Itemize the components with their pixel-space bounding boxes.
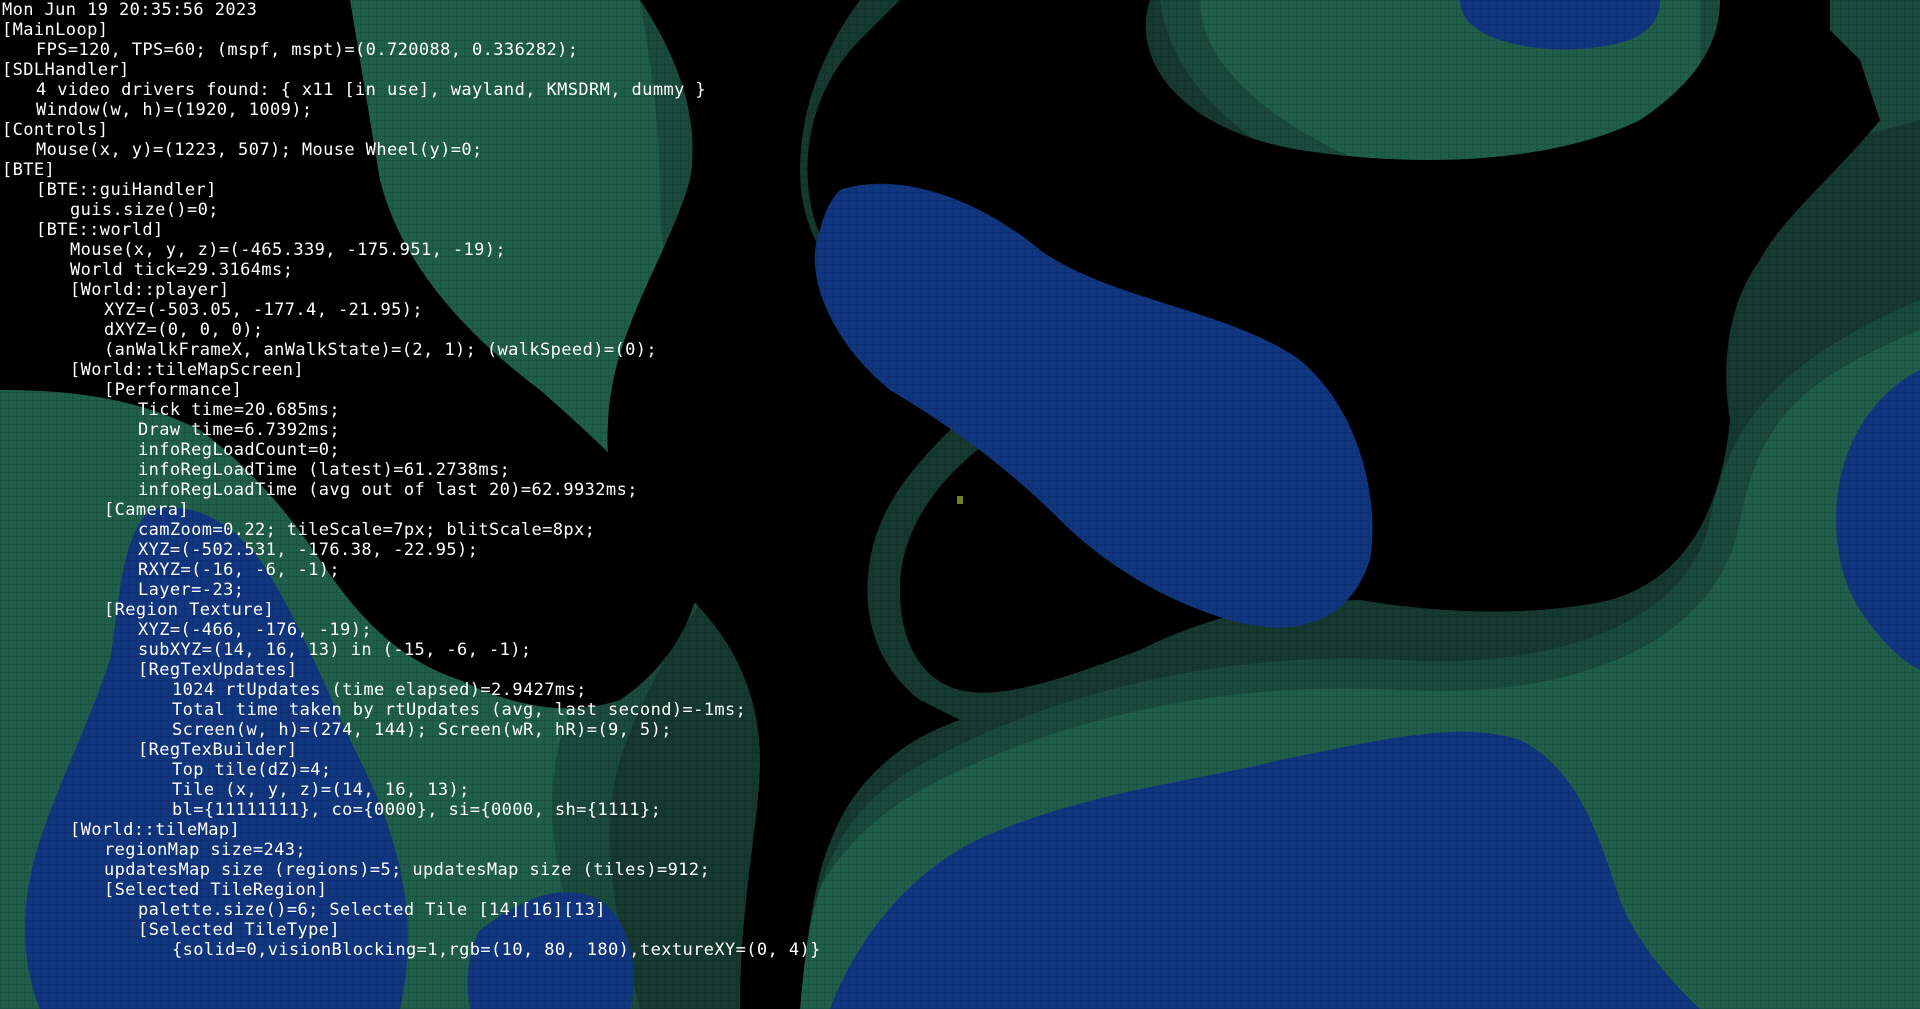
debug-line: [World::tileMap] — [2, 820, 821, 840]
debug-line-text: [BTE::guiHandler] — [36, 180, 217, 200]
debug-line-text: XYZ=(-466, -176, -19); — [138, 620, 372, 640]
debug-line-text: [Performance] — [104, 380, 243, 400]
debug-line: Top tile(dZ)=4; — [2, 760, 821, 780]
debug-line-text: Mon Jun 19 20:35:56 2023 — [2, 0, 258, 20]
debug-line-text: Screen(w, h)=(274, 144); Screen(wR, hR)=… — [172, 720, 672, 740]
debug-line: Mon Jun 19 20:35:56 2023 — [2, 0, 821, 20]
debug-line-text: [RegTexUpdates] — [138, 660, 298, 680]
debug-line-text: infoRegLoadTime (latest)=61.2738ms; — [138, 460, 511, 480]
debug-line-text: (anWalkFrameX, anWalkState)=(2, 1); (wal… — [104, 340, 658, 360]
debug-line: [BTE] — [2, 160, 821, 180]
debug-line-text: Tile (x, y, z)=(14, 16, 13); — [172, 780, 470, 800]
debug-line-text: updatesMap size (regions)=5; updatesMap … — [104, 860, 711, 880]
player-sprite — [957, 496, 963, 504]
debug-line: infoRegLoadTime (avg out of last 20)=62.… — [2, 480, 821, 500]
debug-line-text: guis.size()=0; — [70, 200, 219, 220]
debug-line: 4 video drivers found: { x11 [in use], w… — [2, 80, 821, 100]
debug-line: [Camera] — [2, 500, 821, 520]
debug-line: [Performance] — [2, 380, 821, 400]
debug-line: infoRegLoadCount=0; — [2, 440, 821, 460]
debug-line-text: Total time taken by rtUpdates (avg, last… — [172, 700, 747, 720]
debug-line: [Region Texture] — [2, 600, 821, 620]
debug-line: [World::tileMapScreen] — [2, 360, 821, 380]
debug-line: {solid=0,visionBlocking=1,rgb=(10, 80, 1… — [2, 940, 821, 960]
debug-line-text: FPS=120, TPS=60; (mspf, mspt)=(0.720088,… — [36, 40, 579, 60]
debug-line: [RegTexBuilder] — [2, 740, 821, 760]
debug-line: [World::player] — [2, 280, 821, 300]
debug-line: Tick time=20.685ms; — [2, 400, 821, 420]
debug-line-text: subXYZ=(14, 16, 13) in (-15, -6, -1); — [138, 640, 532, 660]
debug-line-text: Top tile(dZ)=4; — [172, 760, 332, 780]
debug-line: Mouse(x, y, z)=(-465.339, -175.951, -19)… — [2, 240, 821, 260]
debug-line: guis.size()=0; — [2, 200, 821, 220]
debug-line-text: Tick time=20.685ms; — [138, 400, 341, 420]
debug-line-text: [World::tileMap] — [70, 820, 241, 840]
debug-line-text: [Controls] — [2, 120, 109, 140]
debug-line: [BTE::world] — [2, 220, 821, 240]
debug-line-text: [Region Texture] — [104, 600, 275, 620]
debug-line: infoRegLoadTime (latest)=61.2738ms; — [2, 460, 821, 480]
debug-line-text: 1024 rtUpdates (time elapsed)=2.9427ms; — [172, 680, 587, 700]
debug-line: Window(w, h)=(1920, 1009); — [2, 100, 821, 120]
debug-line: XYZ=(-466, -176, -19); — [2, 620, 821, 640]
debug-line-text: Layer=-23; — [138, 580, 245, 600]
debug-line: FPS=120, TPS=60; (mspf, mspt)=(0.720088,… — [2, 40, 821, 60]
debug-line: Tile (x, y, z)=(14, 16, 13); — [2, 780, 821, 800]
debug-line-text: regionMap size=243; — [104, 840, 307, 860]
debug-line: subXYZ=(14, 16, 13) in (-15, -6, -1); — [2, 640, 821, 660]
debug-line-text: [SDLHandler] — [2, 60, 130, 80]
debug-line-text: XYZ=(-502.531, -176.38, -22.95); — [138, 540, 479, 560]
debug-line-text: [Selected TileRegion] — [104, 880, 328, 900]
debug-line: (anWalkFrameX, anWalkState)=(2, 1); (wal… — [2, 340, 821, 360]
debug-line-text: camZoom=0.22; tileScale=7px; blitScale=8… — [138, 520, 596, 540]
debug-line-text: RXYZ=(-16, -6, -1); — [138, 560, 341, 580]
debug-line: [Selected TileType] — [2, 920, 821, 940]
debug-line: regionMap size=243; — [2, 840, 821, 860]
debug-line: World tick=29.3164ms; — [2, 260, 821, 280]
debug-line: [RegTexUpdates] — [2, 660, 821, 680]
debug-line-text: [World::player] — [70, 280, 230, 300]
debug-line: XYZ=(-503.05, -177.4, -21.95); — [2, 300, 821, 320]
debug-line: [MainLoop] — [2, 20, 821, 40]
debug-line-text: dXYZ=(0, 0, 0); — [104, 320, 264, 340]
debug-line: Total time taken by rtUpdates (avg, last… — [2, 700, 821, 720]
debug-line: [Selected TileRegion] — [2, 880, 821, 900]
debug-line-text: [BTE] — [2, 160, 56, 180]
debug-line: RXYZ=(-16, -6, -1); — [2, 560, 821, 580]
debug-line-text: World tick=29.3164ms; — [70, 260, 294, 280]
debug-line: Mouse(x, y)=(1223, 507); Mouse Wheel(y)=… — [2, 140, 821, 160]
debug-line-text: Draw time=6.7392ms; — [138, 420, 341, 440]
debug-line-text: bl={11111111}, co={0000}, si={0000, sh={… — [172, 800, 662, 820]
debug-line: bl={11111111}, co={0000}, si={0000, sh={… — [2, 800, 821, 820]
debug-line: palette.size()=6; Selected Tile [14][16]… — [2, 900, 821, 920]
debug-line-text: palette.size()=6; Selected Tile [14][16]… — [138, 900, 606, 920]
debug-line: updatesMap size (regions)=5; updatesMap … — [2, 860, 821, 880]
debug-info-overlay: Mon Jun 19 20:35:56 2023 [MainLoop] FPS=12… — [2, 0, 821, 960]
debug-line-text: infoRegLoadCount=0; — [138, 440, 341, 460]
debug-line: [Controls] — [2, 120, 821, 140]
debug-line-text: infoRegLoadTime (avg out of last 20)=62.… — [138, 480, 638, 500]
debug-line: Screen(w, h)=(274, 144); Screen(wR, hR)=… — [2, 720, 821, 740]
debug-line: XYZ=(-502.531, -176.38, -22.95); — [2, 540, 821, 560]
debug-line: dXYZ=(0, 0, 0); — [2, 320, 821, 340]
debug-line-text: XYZ=(-503.05, -177.4, -21.95); — [104, 300, 424, 320]
debug-line-text: [RegTexBuilder] — [138, 740, 298, 760]
debug-line-text: Mouse(x, y, z)=(-465.339, -175.951, -19)… — [70, 240, 507, 260]
debug-line: [SDLHandler] — [2, 60, 821, 80]
debug-line-text: Window(w, h)=(1920, 1009); — [36, 100, 313, 120]
game-viewport[interactable]: Mon Jun 19 20:35:56 2023 [MainLoop] FPS=12… — [0, 0, 1920, 1009]
debug-line: camZoom=0.22; tileScale=7px; blitScale=8… — [2, 520, 821, 540]
debug-line-text: [MainLoop] — [2, 20, 109, 40]
debug-line-text: Mouse(x, y)=(1223, 507); Mouse Wheel(y)=… — [36, 140, 483, 160]
debug-line-text: [World::tileMapScreen] — [70, 360, 304, 380]
debug-line-text: [Camera] — [104, 500, 190, 520]
debug-line-text: {solid=0,visionBlocking=1,rgb=(10, 80, 1… — [172, 940, 821, 960]
debug-line: Layer=-23; — [2, 580, 821, 600]
debug-line: 1024 rtUpdates (time elapsed)=2.9427ms; — [2, 680, 821, 700]
debug-line-text: 4 video drivers found: { x11 [in use], w… — [36, 80, 706, 100]
debug-line-text: [BTE::world] — [36, 220, 164, 240]
debug-line-text: [Selected TileType] — [138, 920, 341, 940]
debug-line: [BTE::guiHandler] — [2, 180, 821, 200]
debug-line: Draw time=6.7392ms; — [2, 420, 821, 440]
